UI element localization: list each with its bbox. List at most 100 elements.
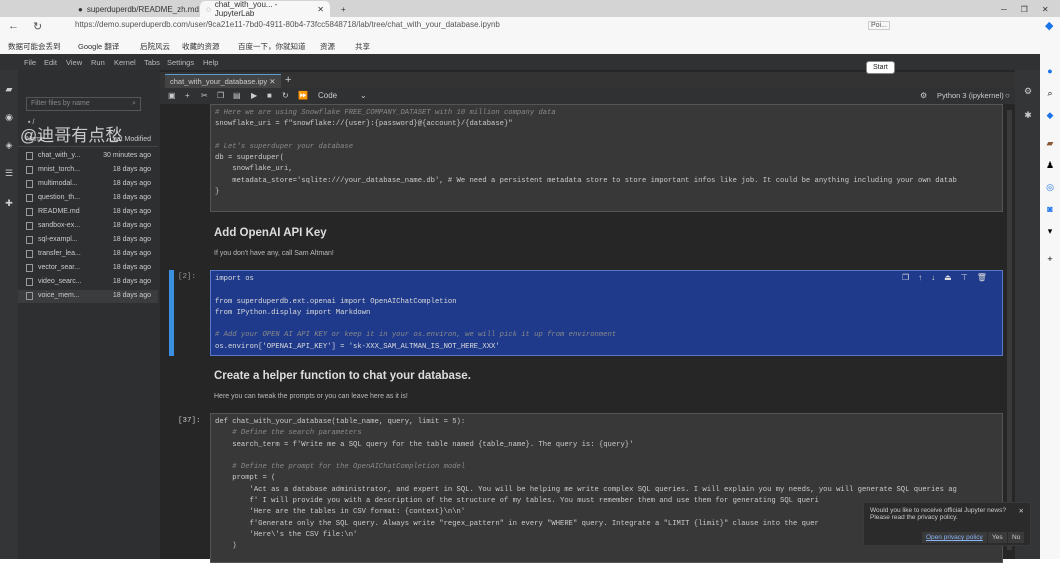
maximize-icon[interactable]: ❐ (1021, 5, 1028, 14)
file-item[interactable]: multimodal... 18 days ago (18, 178, 158, 191)
folder-icon[interactable]: ▰ (4, 84, 14, 94)
menu-kernel[interactable]: Kernel (114, 58, 136, 67)
url-input[interactable]: https://demo.superduperdb.com/user/9ca21… (75, 20, 500, 29)
search-icon[interactable]: ⌕ (1045, 88, 1055, 98)
delete-icon[interactable]: 🗑 (977, 273, 996, 282)
tooltip: Start (866, 61, 895, 74)
file-item[interactable]: README.md 18 days ago (18, 206, 158, 219)
file-name: README.md (38, 208, 80, 215)
insert-above-icon[interactable]: ⏏ (944, 273, 961, 282)
notebook-tab[interactable]: chat_with_your_database.ipy ✕ (165, 74, 281, 88)
extension-icon[interactable]: ✚ (4, 198, 14, 208)
bookmark[interactable]: 数据可能会丢到 (8, 41, 61, 52)
toc-icon[interactable]: ☰ (4, 168, 14, 178)
bookmark[interactable]: 收藏的资源 (182, 41, 220, 52)
copy-icon[interactable]: ❐ (217, 91, 224, 100)
file-item[interactable]: question_th... 18 days ago (18, 192, 158, 205)
menu-edit[interactable]: Edit (44, 58, 57, 67)
add-icon[interactable]: + (1045, 254, 1055, 264)
paste-icon[interactable]: ▤ (233, 91, 241, 100)
code-cell[interactable]: # Here we are using Snowflake FREE_COMPA… (210, 104, 1003, 212)
duplicate-icon[interactable]: ❐ (902, 273, 918, 282)
run-icon[interactable]: ▶ (251, 91, 257, 100)
file-item[interactable]: vector_sear... 18 days ago (18, 262, 158, 275)
notebook-file-icon (26, 222, 33, 230)
code-cell-selected[interactable]: import os from superduperdb.ext.openai im… (210, 270, 1003, 356)
file-item[interactable]: video_searc... 18 days ago (18, 276, 158, 289)
git-icon[interactable]: ◈ (4, 140, 14, 150)
bookmark[interactable]: 共享 (355, 41, 370, 52)
close-icon[interactable]: ✕ (1019, 507, 1024, 515)
menu-run[interactable]: Run (91, 58, 105, 67)
file-modified: 18 days ago (112, 222, 151, 229)
bookmark[interactable]: 百度一下，你就知道 (238, 41, 306, 52)
bell-icon[interactable]: ● (1045, 66, 1055, 76)
file-item[interactable]: voice_mem... 18 days ago (18, 290, 158, 303)
menu-file[interactable]: File (24, 58, 36, 67)
close-window-icon[interactable]: ✕ (1042, 5, 1049, 14)
office-icon[interactable]: ◎ (1045, 182, 1055, 192)
briefcase-icon[interactable]: ▰ (1045, 138, 1055, 148)
shopping-icon[interactable]: ▾ (1045, 226, 1055, 236)
menu-help[interactable]: Help (203, 58, 218, 67)
new-launcher-button[interactable]: + (285, 74, 291, 86)
save-icon[interactable]: ▣ (168, 91, 176, 100)
code-line: import os (215, 275, 254, 283)
watermark: @迪哥有点愁 (20, 126, 123, 145)
file-name: question_th... (38, 194, 81, 201)
bookmark[interactable]: 后院风云 (140, 41, 170, 52)
file-item[interactable]: transfer_lea... 18 days ago (18, 248, 158, 261)
browser-tab-active[interactable]: ◌ chat_with_you... - JupyterLab ✕ (200, 0, 330, 18)
github-icon: ● (78, 4, 83, 14)
notebook-file-icon (26, 236, 33, 244)
menu-view[interactable]: View (66, 58, 82, 67)
restart-icon[interactable]: ↻ (282, 91, 289, 100)
menu-tabs[interactable]: Tabs (144, 58, 160, 67)
copilot-icon[interactable]: ◆ (1045, 19, 1053, 32)
notebook-file-icon (26, 278, 33, 286)
outlook-icon[interactable]: ◙ (1045, 204, 1055, 214)
settings-icon[interactable]: ⚙ (920, 91, 927, 100)
close-icon[interactable]: ✕ (269, 77, 275, 86)
code-line: from superduperdb.ext.openai import Open… (215, 297, 457, 306)
insert-below-icon[interactable]: ⊤ (961, 273, 977, 282)
running-icon[interactable]: ◉ (4, 112, 14, 122)
file-item[interactable]: mnist_torch... 18 days ago (18, 164, 158, 177)
kernel-name[interactable]: Python 3 (ipykernel) (937, 91, 1004, 100)
tag-icon[interactable]: ◆ (1045, 110, 1055, 120)
move-down-icon[interactable]: ↓ (931, 273, 944, 282)
yes-button[interactable]: Yes (988, 532, 1007, 543)
open-privacy-policy-button[interactable]: Open privacy policy (922, 532, 987, 543)
back-icon[interactable]: ← (8, 20, 19, 32)
cut-icon[interactable]: ✂ (201, 91, 208, 100)
person-icon[interactable]: ♟ (1045, 160, 1055, 170)
scrollbar[interactable] (1007, 110, 1012, 550)
file-modified: 18 days ago (112, 264, 151, 271)
browser-tab[interactable]: ●superduperdb/README_zh.md✕ (72, 1, 210, 17)
file-name: chat_with_y... (38, 152, 81, 159)
file-item[interactable]: chat_with_y... 30 minutes ago (18, 150, 158, 163)
bookmark[interactable]: Google 翻译 (78, 41, 119, 52)
filter-input[interactable]: Filter files by name ⌕ (26, 97, 141, 111)
refresh-icon[interactable]: ↻ (33, 20, 42, 33)
minimize-icon[interactable]: ─ (1001, 5, 1007, 14)
no-button[interactable]: No (1008, 532, 1025, 543)
close-icon[interactable]: ✕ (317, 5, 324, 14)
file-item[interactable]: sandbox-ex... 18 days ago (18, 220, 158, 233)
stop-icon[interactable]: ■ (267, 91, 272, 100)
notebook-file-icon (26, 166, 33, 174)
bookmark[interactable]: 资源 (320, 41, 335, 52)
cell-toolbar[interactable]: ❐↑↓⏏⊤🗑 (902, 273, 996, 282)
move-up-icon[interactable]: ↑ (918, 273, 931, 282)
extension-button[interactable]: Poi... (868, 21, 890, 30)
file-item[interactable]: sql-exampl... 18 days ago (18, 234, 158, 247)
search-icon: ⌕ (132, 100, 136, 107)
add-cell-icon[interactable]: + (185, 91, 190, 100)
window-controls[interactable]: ─ ❐ ✕ (995, 1, 1055, 17)
fast-forward-icon[interactable]: ⏩ (298, 91, 308, 100)
debugger-icon[interactable]: ✱ (1023, 110, 1033, 120)
cell-type-select[interactable]: Code ⌄ (318, 91, 378, 100)
new-tab-button[interactable]: + (335, 1, 352, 17)
menu-settings[interactable]: Settings (167, 58, 194, 67)
property-inspector-icon[interactable]: ⚙ (1023, 86, 1033, 96)
